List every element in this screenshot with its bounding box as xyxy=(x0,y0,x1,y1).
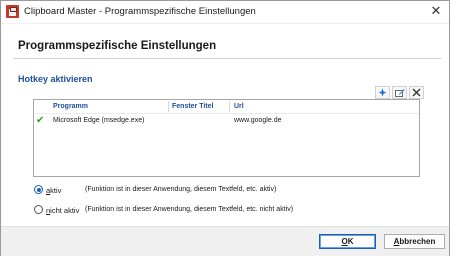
radio-inactive[interactable] xyxy=(34,205,43,214)
radio-active-label[interactable]: aktiv xyxy=(46,186,61,195)
table-cell-program[interactable]: Microsoft Edge (msedge.exe) xyxy=(53,117,144,124)
list-toolbar xyxy=(375,86,424,99)
radio-inactive-description: (Funktion ist in dieser Anwendung, diese… xyxy=(85,206,294,213)
edit-button[interactable] xyxy=(392,86,407,99)
column-header-window-title[interactable]: Fenster Titel xyxy=(172,103,214,110)
close-button[interactable]: ✕ xyxy=(426,2,446,20)
title-divider xyxy=(13,58,441,59)
column-separator xyxy=(168,101,169,112)
radio-active[interactable] xyxy=(34,185,43,194)
section-title: Hotkey aktivieren xyxy=(18,74,93,84)
column-header-url[interactable]: Url xyxy=(234,103,244,110)
radio-active-description: (Funktion ist in dieser Anwendung, diese… xyxy=(85,186,277,193)
ok-button[interactable]: OK xyxy=(319,234,376,249)
column-header-program[interactable]: Programm xyxy=(53,103,88,110)
title-bar: Clipboard Master - Programmspezifische E… xyxy=(1,1,449,23)
title-separator xyxy=(1,23,449,24)
clipboard-icon xyxy=(6,5,19,18)
column-separator xyxy=(229,101,230,112)
checkmark-icon[interactable]: ✔ xyxy=(36,115,44,126)
header-divider xyxy=(34,113,419,114)
table-cell-url[interactable]: www.google.de xyxy=(234,117,281,124)
delete-icon xyxy=(412,88,421,97)
dialog-window: Clipboard Master - Programmspezifische E… xyxy=(0,0,450,256)
page-title: Programmspezifische Einstellungen xyxy=(18,40,217,52)
add-button[interactable] xyxy=(375,86,390,99)
radio-inactive-label[interactable]: nicht aktiv xyxy=(46,206,79,215)
cancel-button[interactable]: Abbrechen xyxy=(384,234,445,249)
button-bar xyxy=(1,226,449,256)
add-icon xyxy=(378,88,387,97)
program-table[interactable] xyxy=(33,99,420,177)
delete-button[interactable] xyxy=(409,86,424,99)
edit-icon xyxy=(394,89,405,97)
window-title: Clipboard Master - Programmspezifische E… xyxy=(24,6,256,17)
